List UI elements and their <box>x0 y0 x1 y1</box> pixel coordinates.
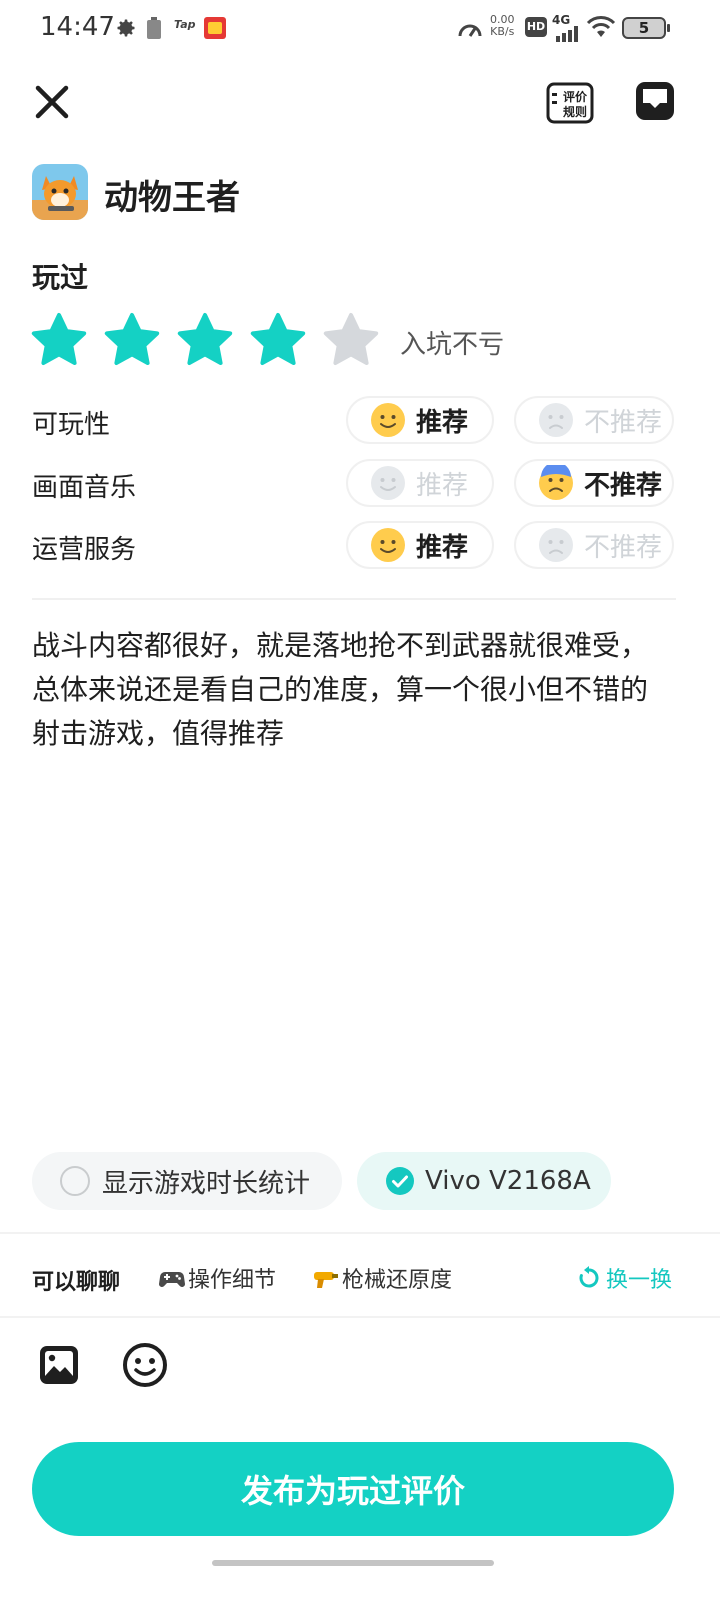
topic-label: 枪械还原度 <box>342 1268 453 1293</box>
status-bar: 14:47 Tap 0.00 KB/s HD 4G 5 <box>0 0 720 56</box>
criteria-row-operations: 运营服务 推荐 不推荐 <box>0 521 720 569</box>
svg-text:规则: 规则 <box>563 104 587 119</box>
svg-text:评价: 评价 <box>563 90 588 104</box>
refresh-label: 换一换 <box>606 1268 673 1293</box>
criteria-label: 可玩性 <box>32 410 111 440</box>
topic-chip[interactable]: 操作细节 <box>158 1262 276 1294</box>
speedometer-icon <box>458 24 482 37</box>
hd-icon: HD <box>525 17 547 37</box>
frown-face-icon <box>539 403 573 437</box>
gear-icon <box>117 19 135 37</box>
publish-button[interactable]: 发布为玩过评价 <box>32 1442 674 1536</box>
device-toggle[interactable]: Vivo V2168A <box>357 1152 611 1210</box>
frown-face-icon <box>539 465 573 500</box>
not-recommend-button[interactable]: 不推荐 <box>514 521 674 569</box>
signal-icon <box>556 26 578 42</box>
home-indicator[interactable] <box>212 1560 494 1566</box>
star-icon[interactable] <box>103 312 161 370</box>
chat-bubble-icon[interactable] <box>634 80 676 122</box>
image-icon[interactable] <box>38 1344 80 1386</box>
water-gun-icon <box>314 1272 338 1288</box>
not-recommend-label: 不推荐 <box>584 407 663 438</box>
recommend-label: 推荐 <box>416 407 469 438</box>
star-icon[interactable] <box>322 312 380 370</box>
smile-face-icon <box>371 403 405 437</box>
star-icon[interactable] <box>30 312 88 370</box>
criteria-row-playability: 可玩性 推荐 不推荐 <box>0 396 720 444</box>
rating-rules-icon[interactable]: 评价 规则 <box>546 80 594 124</box>
tap-app-icon: Tap <box>174 18 196 31</box>
recommend-button[interactable]: 推荐 <box>346 396 494 444</box>
status-time: 14:47 <box>40 12 115 42</box>
game-icon <box>32 164 88 220</box>
topics-label: 可以聊聊 <box>32 1270 121 1295</box>
topic-suggestions: 可以聊聊 操作细节 枪械还原度 换一换 <box>0 1256 720 1300</box>
smile-face-icon <box>371 528 405 562</box>
emoji-icon[interactable] <box>122 1342 168 1388</box>
divider <box>0 1316 720 1318</box>
device-label: Vivo V2168A <box>425 1166 591 1196</box>
refresh-icon <box>579 1266 599 1288</box>
criteria-label: 画面音乐 <box>32 473 137 503</box>
wifi-icon <box>586 16 616 37</box>
recommend-button[interactable]: 推荐 <box>346 521 494 569</box>
frown-face-icon <box>539 528 573 562</box>
not-recommend-button[interactable]: 不推荐 <box>514 459 674 507</box>
star-rating[interactable] <box>30 312 395 370</box>
battery-small-icon <box>147 17 161 39</box>
radio-unchecked-icon <box>60 1166 90 1196</box>
app-notification-icon <box>204 17 226 39</box>
recommend-label: 推荐 <box>416 470 469 501</box>
star-icon[interactable] <box>249 312 307 370</box>
battery-indicator: 5 <box>622 17 670 39</box>
close-icon[interactable] <box>30 80 74 124</box>
not-recommend-label: 不推荐 <box>584 532 663 563</box>
review-text-area[interactable]: 战斗内容都很好，就是落地抢不到武器就很难受，总体来说还是看自己的准度，算一个很小… <box>32 624 672 756</box>
not-recommend-button[interactable]: 不推荐 <box>514 396 674 444</box>
playtime-label: 显示游戏时长统计 <box>102 1168 311 1199</box>
topic-label: 操作细节 <box>188 1268 277 1293</box>
game-title: 动物王者 <box>104 178 240 218</box>
criteria-row-graphics-music: 画面音乐 推荐 不推荐 <box>0 459 720 507</box>
played-label: 玩过 <box>32 261 89 294</box>
check-circle-icon <box>386 1167 414 1195</box>
not-recommend-label: 不推荐 <box>584 470 663 501</box>
star-icon[interactable] <box>176 312 234 370</box>
divider <box>32 598 676 600</box>
topic-chip[interactable]: 枪械还原度 <box>312 1262 452 1294</box>
show-playtime-toggle[interactable]: 显示游戏时长统计 <box>32 1152 342 1210</box>
rating-caption: 入坑不亏 <box>400 330 505 360</box>
divider <box>0 1232 720 1234</box>
recommend-label: 推荐 <box>416 532 469 563</box>
recommend-button[interactable]: 推荐 <box>346 459 494 507</box>
criteria-label: 运营服务 <box>32 535 137 565</box>
smile-face-icon <box>371 466 405 500</box>
refresh-topics-button[interactable]: 换一换 <box>576 1262 672 1294</box>
gamepad-icon <box>159 1272 185 1287</box>
network-speed: 0.00 KB/s <box>490 13 515 38</box>
